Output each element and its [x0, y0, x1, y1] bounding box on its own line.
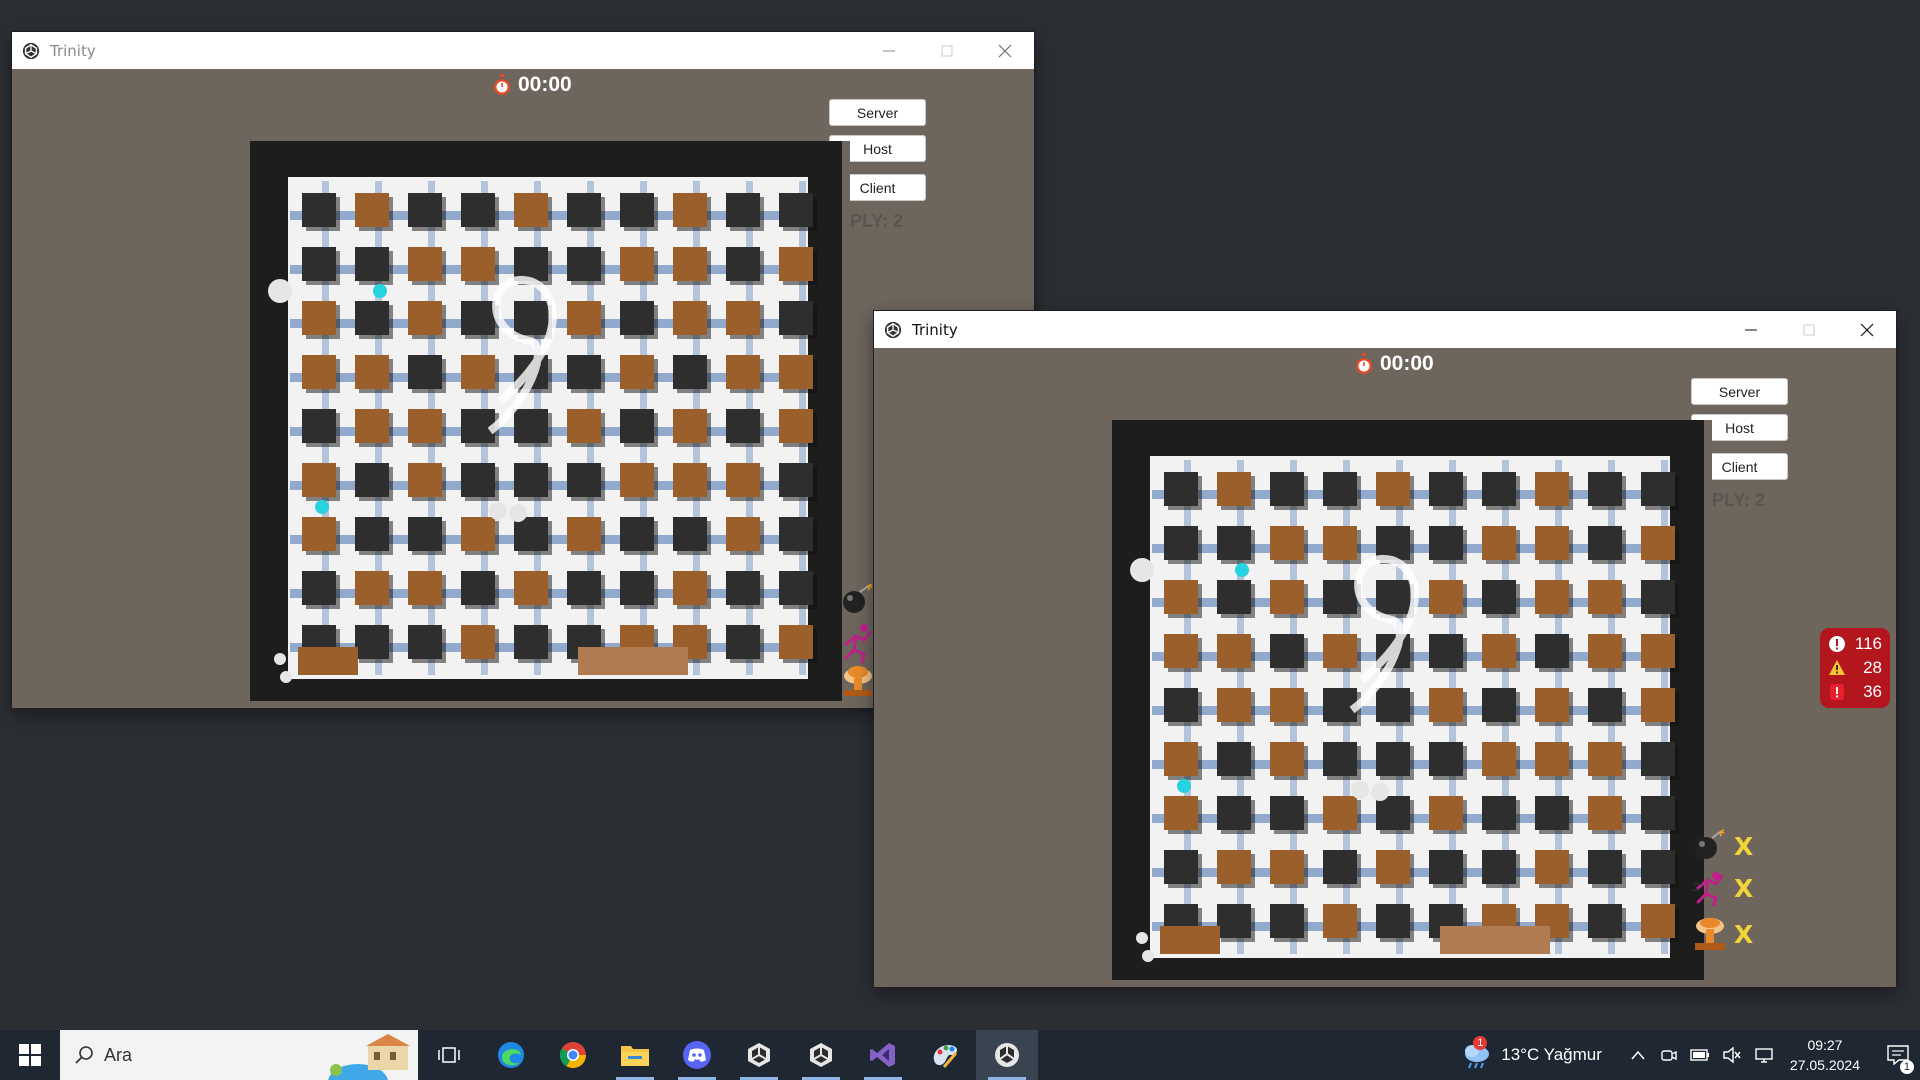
game-window-front[interactable]: Trinity 00:00 Server Host Client PLY: 2 … [874, 311, 1896, 987]
powerup-bomb: X [1692, 828, 1753, 864]
bomb-icon [1695, 829, 1725, 859]
stopwatch-icon [494, 74, 510, 95]
search-placeholder: Ara [104, 1044, 133, 1065]
taskbar-app-paint[interactable] [914, 1030, 976, 1080]
minimize-button[interactable] [860, 32, 918, 69]
explosion-icon [1695, 918, 1725, 950]
powerup-status: X [1734, 919, 1754, 949]
taskbar-app-unity-editor[interactable] [790, 1030, 852, 1080]
task-view-button[interactable] [418, 1030, 480, 1080]
powerup-icons-partial [843, 584, 873, 696]
player-count: PLY: 2 [1712, 490, 1766, 510]
window-title: Trinity [912, 320, 958, 339]
powerup-status: X [1734, 831, 1754, 861]
battery-icon[interactable] [1690, 1048, 1710, 1062]
messages-count: 36 [1863, 682, 1882, 701]
warnings-count: 28 [1863, 658, 1882, 677]
taskbar-app-discord[interactable] [666, 1030, 728, 1080]
rain-cloud-icon: 1 [1461, 1036, 1493, 1070]
maximize-button[interactable] [1780, 311, 1838, 348]
taskbar: Ara 1 13°C Yağmur 09:27 27.05.2024 1 [0, 1030, 1920, 1080]
taskbar-app-edge[interactable] [480, 1030, 542, 1080]
errors-row: 116 [1828, 632, 1882, 656]
discord-icon [683, 1041, 711, 1069]
alert-icon [1830, 684, 1844, 700]
close-button[interactable] [976, 32, 1034, 69]
notification-count: 1 [1899, 1060, 1914, 1074]
taskbar-app-visual-studio[interactable] [852, 1030, 914, 1080]
visual-studio-icon [870, 1043, 895, 1067]
errors-count: 116 [1854, 634, 1882, 653]
search-box[interactable]: Ara [60, 1030, 418, 1080]
unity-app-icon [884, 321, 902, 338]
windows-logo-icon [19, 1044, 41, 1066]
clock-time: 09:27 [1807, 1037, 1843, 1053]
maze-board[interactable] [250, 141, 850, 708]
clock-date: 27.05.2024 [1789, 1057, 1860, 1073]
messages-row: 36 [1828, 680, 1882, 704]
weather-widget[interactable]: 1 13°C Yağmur [1461, 1036, 1602, 1070]
runner-icon [1692, 872, 1724, 906]
stopwatch-icon [1356, 353, 1372, 374]
network-icon[interactable] [1754, 1046, 1774, 1064]
window-title: Trinity [50, 41, 96, 60]
unity-player-icon [995, 1043, 1019, 1067]
minimize-button[interactable] [1722, 311, 1780, 348]
game-viewport[interactable]: 00:00 Server Host Client PLY: 2 X X X [874, 348, 1896, 987]
system-tray: 1 13°C Yağmur 09:27 27.05.2024 1 [1461, 1030, 1920, 1080]
error-icon [1829, 636, 1845, 652]
title-bar[interactable]: Trinity [874, 311, 1896, 348]
server-button[interactable]: Server [829, 99, 926, 126]
warnings-row: 28 [1828, 656, 1882, 680]
close-button[interactable] [1838, 311, 1896, 348]
unity-app-icon [22, 42, 40, 59]
task-view-icon [438, 1047, 460, 1063]
unity-icon [748, 1043, 770, 1067]
search-icon [75, 1046, 93, 1064]
chevron-up-icon[interactable] [1630, 1049, 1646, 1061]
action-center-button[interactable]: 1 [1876, 1030, 1920, 1080]
edge-icon [498, 1042, 524, 1068]
start-button[interactable] [0, 1030, 60, 1080]
timer: 00:00 [1354, 352, 1434, 376]
powerup-status: X [1734, 873, 1754, 903]
maze-board[interactable] [1112, 420, 1712, 987]
player-count: PLY: 2 [850, 211, 904, 231]
taskbar-app-unity-hub[interactable] [728, 1030, 790, 1080]
unity-icon [810, 1043, 832, 1067]
powerup-explosion: X [1692, 916, 1753, 952]
powerup-speed: X [1692, 870, 1753, 906]
chrome-icon [559, 1042, 587, 1069]
taskbar-app-chrome[interactable] [542, 1030, 604, 1080]
timer: 00:00 [492, 73, 572, 97]
taskbar-app-explorer[interactable] [604, 1030, 666, 1080]
diagnostics-badge[interactable]: 116 28 36 [1820, 628, 1890, 708]
paint-icon [933, 1044, 958, 1068]
maximize-button[interactable] [918, 32, 976, 69]
search-highlight-illustration [328, 1034, 410, 1080]
weather-text: 13°C Yağmur [1501, 1045, 1602, 1064]
warning-icon [1829, 660, 1845, 675]
file-explorer-icon [621, 1046, 649, 1066]
title-bar[interactable]: Trinity [12, 32, 1034, 69]
timer-value: 00:00 [1380, 352, 1434, 375]
meet-now-icon[interactable] [1660, 1046, 1678, 1064]
clock[interactable]: 09:27 27.05.2024 [1790, 1035, 1860, 1075]
server-button[interactable]: Server [1691, 378, 1788, 405]
timer-value: 00:00 [518, 73, 572, 96]
taskbar-app-trinity[interactable] [976, 1030, 1038, 1080]
speaker-muted-icon[interactable] [1722, 1046, 1742, 1064]
